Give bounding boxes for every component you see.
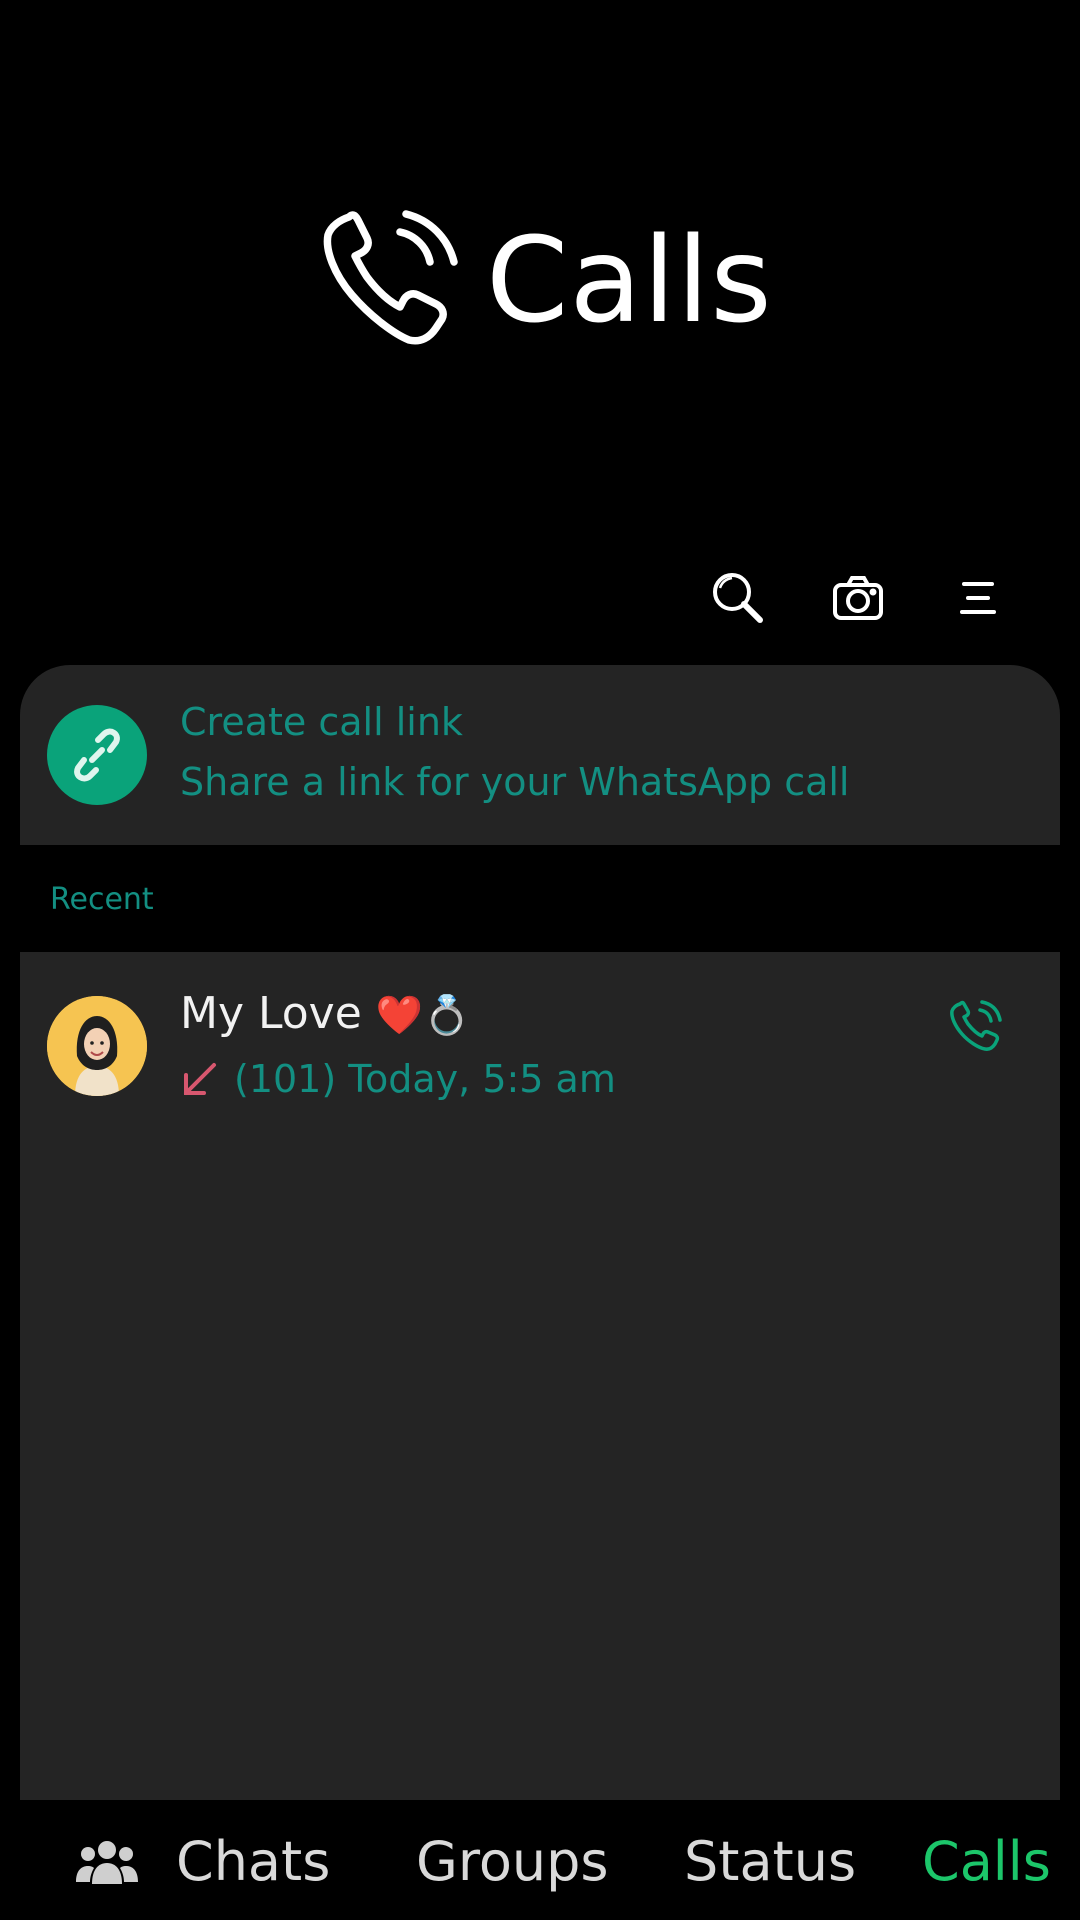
- tab-groups[interactable]: Groups: [416, 1830, 609, 1893]
- camera-button[interactable]: [828, 568, 888, 628]
- call-row[interactable]: My Love ❤️💍 (101) Today, 5:5 am: [20, 952, 1060, 1112]
- tab-groups-label: Groups: [416, 1830, 609, 1893]
- contact-name-text: My Love: [180, 988, 362, 1039]
- phone-icon[interactable]: [948, 998, 1002, 1052]
- contact-emojis: ❤️💍: [375, 993, 471, 1037]
- contact-avatar: [47, 996, 147, 1096]
- call-details: (101) Today, 5:5 am: [234, 1057, 616, 1101]
- tab-status[interactable]: Status: [684, 1830, 856, 1893]
- tab-calls-label: Calls: [922, 1830, 1051, 1893]
- page-title: Calls: [486, 211, 773, 349]
- header: Calls: [0, 0, 1080, 623]
- recent-calls-list: My Love ❤️💍 (101) Today, 5:5 am: [20, 952, 1060, 1800]
- tab-chats[interactable]: Chats: [76, 1830, 330, 1893]
- contact-name: My Love ❤️💍: [180, 988, 470, 1039]
- call-link-title: Create call link: [180, 700, 463, 744]
- bottom-navigation: Chats Groups Status Calls: [0, 1800, 1080, 1920]
- incoming-arrow-icon: [184, 1063, 216, 1095]
- page-title-wrap: Calls: [316, 205, 773, 355]
- camera-icon: [833, 576, 883, 620]
- search-button[interactable]: [708, 568, 768, 628]
- create-call-link[interactable]: Create call link Share a link for your W…: [20, 665, 1060, 845]
- tab-chats-label: Chats: [176, 1830, 331, 1893]
- recent-section-label: Recent: [50, 882, 154, 917]
- call-meta: (101) Today, 5:5 am: [180, 1057, 616, 1101]
- link-avatar: [47, 705, 147, 805]
- call-link-subtitle: Share a link for your WhatsApp call: [180, 760, 850, 804]
- toolbar: [708, 566, 1008, 630]
- tab-calls[interactable]: Calls: [922, 1830, 1051, 1893]
- group-icon: [76, 1840, 138, 1884]
- menu-button[interactable]: [948, 568, 1008, 628]
- link-icon: [74, 728, 120, 782]
- phone-icon: [323, 210, 458, 345]
- search-icon: [713, 573, 763, 623]
- tab-status-label: Status: [684, 1830, 857, 1893]
- menu-icon: [960, 582, 996, 614]
- avatar-image: [47, 996, 147, 1096]
